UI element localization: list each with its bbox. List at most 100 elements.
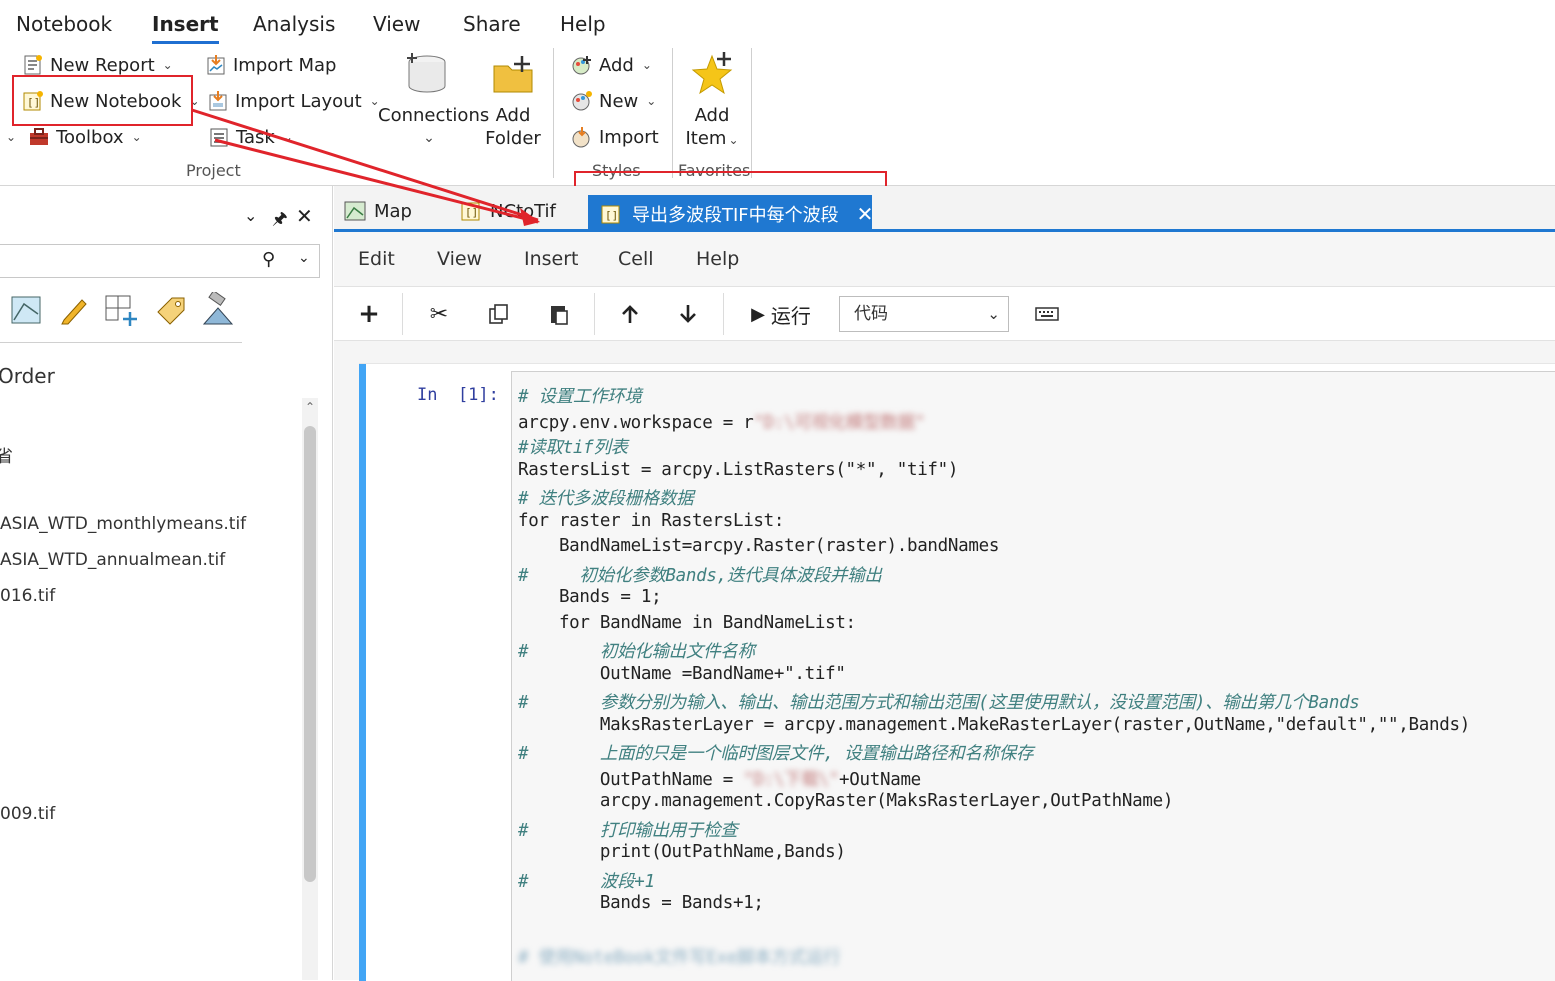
add-folder-label-1: Add bbox=[495, 105, 531, 126]
satellite-icon[interactable] bbox=[200, 290, 236, 332]
search-input[interactable]: ⚲ ⌄ bbox=[0, 244, 320, 278]
tab-map[interactable]: Map bbox=[344, 200, 412, 222]
tab-share[interactable]: Share bbox=[463, 12, 521, 36]
star-icon bbox=[691, 52, 733, 95]
code-line: # 参数分别为输入、输出、输出范围方式和输出范围(这里使用默认，没设置范围)、输… bbox=[518, 693, 1360, 713]
run-button[interactable]: ▶ 运行 bbox=[746, 297, 816, 331]
cell-prompt: In [1]: bbox=[417, 385, 499, 405]
cell-selection-bar bbox=[359, 364, 366, 981]
scrollbar-thumb[interactable] bbox=[304, 426, 316, 882]
scrollbar[interactable]: ⌃ bbox=[302, 398, 318, 980]
chevron-down-icon: ⌄ bbox=[6, 130, 17, 144]
code-line: for BandName in BandNameList: bbox=[518, 613, 856, 633]
keyboard-icon[interactable] bbox=[1032, 297, 1062, 331]
pin-icon[interactable]: 🖈 bbox=[272, 206, 288, 235]
task-button[interactable]: Task ⌄ bbox=[208, 122, 293, 152]
tab-map-label: Map bbox=[374, 200, 412, 222]
chevron-up-icon[interactable]: ⌃ bbox=[305, 400, 315, 414]
chevron-down-icon: ⌄ bbox=[162, 58, 173, 72]
map-icon[interactable] bbox=[10, 294, 42, 330]
play-icon: ▶ bbox=[751, 303, 765, 325]
code-line: # 使用NoteBook文件写Exe脚本方式运行 bbox=[518, 944, 841, 969]
styles-new-button[interactable]: New ⌄ bbox=[571, 86, 656, 116]
cell-type-select[interactable]: 代码 ⌄ bbox=[839, 296, 1009, 332]
tab-help[interactable]: Help bbox=[560, 12, 606, 36]
add-item-label-2: Item ⌄ bbox=[685, 128, 739, 149]
tab-view[interactable]: View bbox=[373, 12, 420, 36]
import-layout-label: Import Layout bbox=[235, 90, 362, 112]
notebook-icon: [] bbox=[600, 203, 622, 225]
import-layout-button[interactable]: Import Layout ⌄ bbox=[207, 86, 380, 116]
style-add-icon bbox=[571, 54, 593, 76]
menu-view[interactable]: View bbox=[437, 248, 482, 270]
scissors-icon[interactable]: ✂ bbox=[424, 297, 454, 331]
code-line: # 设置工作环境 bbox=[518, 387, 642, 407]
arrow-up-icon[interactable] bbox=[616, 297, 644, 331]
styles-import-label: Import bbox=[599, 126, 659, 148]
styles-add-button[interactable]: Add ⌄ bbox=[571, 50, 652, 80]
tab-nctotif-label: NCtoTif bbox=[490, 200, 556, 222]
arrow-down-icon[interactable] bbox=[674, 297, 702, 331]
tab-active-notebook[interactable]: [] 导出多波段TIF中每个波段 ✕ bbox=[588, 195, 874, 232]
code-line: for raster in RastersList: bbox=[518, 511, 785, 531]
code-cell[interactable]: In [1]: # 设置工作环境 arcpy.env.workspace = r… bbox=[359, 363, 1555, 981]
run-label: 运行 bbox=[770, 303, 811, 328]
add-folder-button[interactable]: Add Folder bbox=[484, 52, 542, 150]
tab-nctotif[interactable]: [] NCtoTif bbox=[460, 200, 556, 222]
import-map-button[interactable]: Import Map bbox=[205, 50, 336, 80]
code-line: MaksRasterLayer = arcpy.management.MakeR… bbox=[518, 715, 1470, 735]
paste-icon[interactable] bbox=[544, 297, 574, 331]
insert-cell-icon[interactable]: + bbox=[356, 297, 382, 331]
import-map-label: Import Map bbox=[233, 54, 337, 76]
add-item-button[interactable]: Add Item ⌄ bbox=[684, 50, 740, 152]
styles-import-button[interactable]: Import bbox=[571, 122, 659, 152]
menu-cell[interactable]: Cell bbox=[618, 248, 654, 270]
list-item[interactable]: 009.tif bbox=[0, 804, 55, 824]
menu-help[interactable]: Help bbox=[696, 248, 739, 270]
svg-text:[]: [] bbox=[465, 206, 478, 219]
connections-button[interactable]: Connections ⌄ bbox=[378, 52, 489, 150]
toolbox-button[interactable]: ⌄ Toolbox ⌄ bbox=[4, 122, 142, 152]
search-icon: ⚲ bbox=[262, 249, 276, 270]
code-line: # 上面的只是一个临时图层文件, 设置输出路径和名称保存 bbox=[518, 744, 1034, 764]
tab-notebook[interactable]: Notebook bbox=[16, 12, 112, 36]
copy-icon[interactable] bbox=[484, 297, 514, 331]
close-icon[interactable]: ✕ bbox=[857, 202, 874, 226]
chevron-down-icon[interactable]: ⌄ bbox=[244, 206, 257, 225]
toolbox-icon bbox=[28, 126, 50, 148]
import-map-icon bbox=[205, 54, 227, 76]
menu-edit[interactable]: Edit bbox=[358, 248, 395, 270]
list-item[interactable]: ASIA_WTD_annualmean.tif bbox=[0, 550, 225, 570]
add-feature-icon[interactable] bbox=[104, 294, 140, 332]
code-line: arcpy.env.workspace = r"D:\可视化模型数据" bbox=[518, 413, 926, 433]
menu-insert[interactable]: Insert bbox=[524, 248, 579, 270]
divider bbox=[0, 342, 242, 343]
document-tab-bar: Map [] NCtoTif [] 导出多波段TIF中每个波段 ✕ bbox=[334, 186, 1555, 232]
group-divider bbox=[553, 48, 554, 178]
redacted-path: "D:\下载\" bbox=[743, 770, 840, 790]
edit-pencil-icon[interactable] bbox=[58, 294, 90, 330]
code-line: # 初始化参数Bands,迭代具体波段并输出 bbox=[518, 566, 882, 586]
code-editor[interactable]: # 设置工作环境 arcpy.env.workspace = r"D:\可视化模… bbox=[511, 371, 1555, 981]
add-item-label-1: Add bbox=[694, 105, 730, 126]
tab-insert[interactable]: Insert bbox=[152, 12, 219, 44]
code-line: RastersList = arcpy.ListRasters("*", "ti… bbox=[518, 460, 959, 480]
add-folder-label-2: Folder bbox=[485, 128, 541, 149]
list-item[interactable]: ASIA_WTD_monthlymeans.tif bbox=[0, 514, 246, 534]
code-line: # 迭代多波段栅格数据 bbox=[518, 489, 694, 509]
close-icon[interactable]: ✕ bbox=[296, 204, 313, 228]
chevron-down-icon: ⌄ bbox=[282, 130, 293, 144]
import-layout-icon bbox=[207, 90, 229, 112]
notebook-menu-bar: Edit View Insert Cell Help bbox=[334, 232, 1555, 286]
code-line: Bands = Bands+1; bbox=[518, 893, 764, 913]
divider bbox=[594, 293, 595, 335]
notebook-icon: [] bbox=[460, 200, 482, 222]
styles-new-label: New bbox=[599, 90, 639, 112]
list-item[interactable]: 016.tif bbox=[0, 586, 55, 606]
tag-icon[interactable] bbox=[154, 294, 188, 332]
tab-analysis[interactable]: Analysis bbox=[253, 12, 335, 36]
svg-text:[]: [] bbox=[605, 209, 618, 222]
list-item[interactable]: 省 bbox=[0, 442, 13, 467]
group-divider bbox=[672, 48, 673, 178]
code-line: OutName =BandName+".tif" bbox=[518, 664, 846, 684]
